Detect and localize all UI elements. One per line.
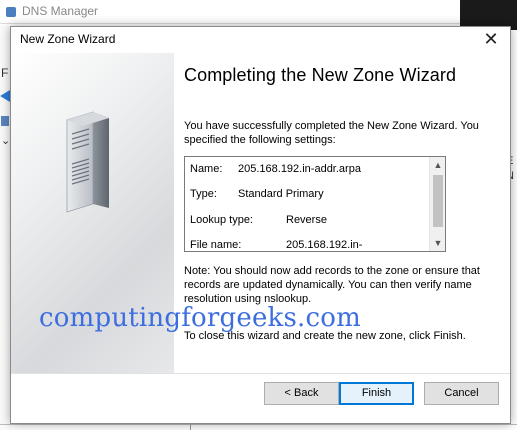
scroll-up-icon[interactable]: ▲	[430, 157, 445, 173]
setting-value: Reverse	[286, 214, 327, 226]
new-zone-wizard-dialog: New Zone Wizard ✕ Completing the New Zon…	[10, 26, 511, 424]
setting-label: Name:	[190, 163, 223, 175]
background-menu-letter: F	[1, 66, 9, 80]
dns-manager-icon	[6, 7, 16, 17]
scroll-down-icon[interactable]: ▼	[430, 235, 445, 251]
chevron-down-icon[interactable]: ⌄	[1, 134, 10, 147]
setting-label: Type:	[190, 188, 217, 200]
settings-summary-box[interactable]: Name: 205.168.192.in-addr.arpa Type: Sta…	[184, 156, 446, 252]
note-text: Note: You should now add records to the …	[184, 265, 480, 305]
footer-divider	[11, 373, 510, 374]
settings-scrollbar[interactable]: ▲ ▼	[429, 157, 445, 251]
dialog-title: New Zone Wizard	[20, 32, 116, 46]
wizard-heading: Completing the New Zone Wizard	[184, 65, 457, 85]
finish-instruction-text: To close this wizard and create the new …	[184, 330, 466, 342]
scrollbar-thumb[interactable]	[433, 175, 443, 227]
setting-value: 205.168.192.in-addr.arpa	[238, 163, 361, 175]
back-arrow-icon[interactable]	[0, 90, 10, 102]
setting-value: 205.168.192.in-	[286, 239, 363, 251]
cancel-button[interactable]: Cancel	[424, 382, 499, 405]
finish-button[interactable]: Finish	[339, 382, 414, 405]
setting-label: File name:	[190, 239, 242, 251]
background-window-title: DNS Manager	[22, 4, 99, 18]
server-tower-icon	[66, 111, 109, 213]
watermark-text: computingforgeeks.com	[39, 303, 361, 333]
tree-node-icon[interactable]	[1, 116, 9, 126]
back-button[interactable]: < Back	[264, 382, 339, 405]
background-titlebar: DNS Manager	[0, 0, 460, 24]
intro-text: You have successfully completed the New …	[184, 120, 479, 146]
setting-label: Lookup type:	[190, 214, 253, 226]
background-bottom-divider	[0, 424, 517, 425]
setting-value: Standard Primary	[238, 188, 324, 200]
dialog-titlebar[interactable]: New Zone Wizard ✕	[11, 27, 510, 53]
close-button[interactable]: ✕	[480, 29, 502, 51]
